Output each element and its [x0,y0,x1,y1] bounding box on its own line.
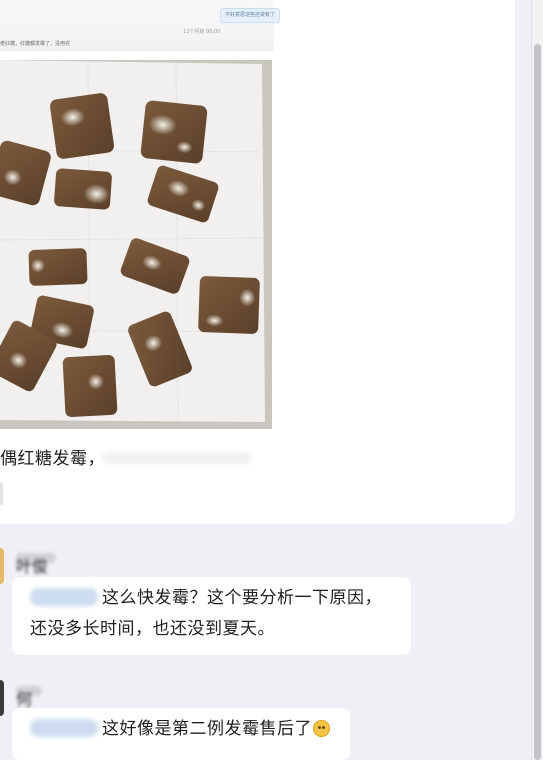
quote-bar [0,483,3,505]
moldy-sugar-photo[interactable] [0,60,272,429]
post-card: 不好意思这些还说有了 12个月前 00:00 老红糖，红糖都发霉了，没用完 偶红… [0,0,515,524]
avatar[interactable] [0,548,4,584]
comment-text-line: 这好像是第二例发霉售后了 [102,719,312,739]
scrollbar-thumb[interactable] [534,44,541,760]
comment-nickname[interactable]: 叶俊 [16,553,56,576]
embedded-screenshot: 不好意思这些还说有了 12个月前 00:00 老红糖，红糖都发霉了，没用完 [0,0,281,51]
mention-link[interactable] [30,719,98,737]
comment-bubble: 这好像是第二例发霉售后了 [12,708,350,760]
redacted-text [102,452,252,464]
comment-nickname[interactable]: 何 [16,686,42,709]
scrollbar[interactable] [531,0,543,760]
avatar[interactable] [0,680,4,716]
crying-face-icon [313,720,330,737]
mention-link[interactable] [30,588,98,606]
embedded-text: 老红糖，红糖都发霉了，没用完 [0,41,71,47]
comment-text-line: 这么快发霉？这个要分析一下原因， [102,588,382,608]
moldy-sugar-illustration [0,60,272,429]
post-caption: 偶红糖发霉， [0,449,105,469]
embedded-pill: 不好意思这些还说有了 [220,8,281,23]
comment-bubble: 这么快发霉？这个要分析一下原因， 还没多长时间，也还没到夏天。 [12,577,411,655]
comment-text-line: 还没多长时间，也还没到夏天。 [30,619,275,639]
embedded-date: 12个月前 00:00 [183,29,221,35]
